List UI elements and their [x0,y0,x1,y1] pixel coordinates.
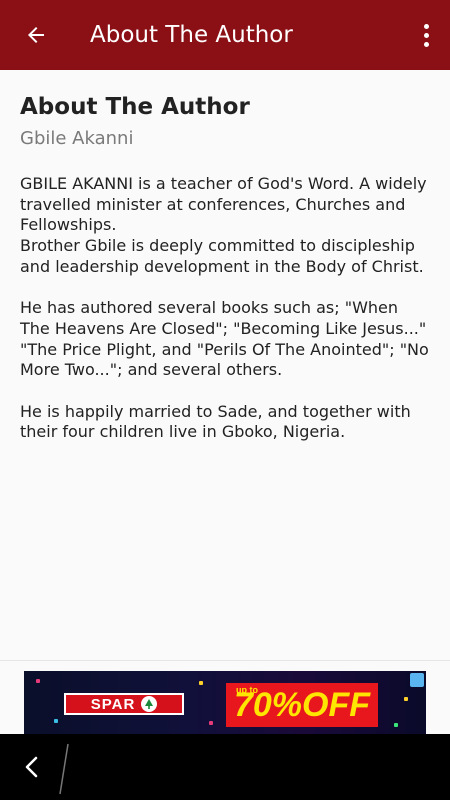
page-heading: About The Author [20,94,250,120]
nav-divider [59,743,69,795]
ad-banner[interactable]: SPAR up to 70%OFF [24,671,426,735]
offer-prefix: up to [236,685,258,695]
spar-tree-icon [141,696,158,712]
bio-paragraph-1: GBILE AKANNI is a teacher of God's Word.… [20,174,427,235]
author-content: About The Author Gbile Akanni GBILE AKAN… [20,92,430,464]
ad-container: SPAR up to 70%OFF [0,660,450,735]
overflow-menu-button[interactable] [414,17,438,53]
chevron-left-icon [25,756,38,778]
spar-brand: SPAR [90,695,136,713]
more-vert-icon [423,23,429,29]
bio-paragraph-4: He is happily married to Sade, and toget… [20,401,411,442]
app-bar-title: About The Author [90,22,293,48]
spar-logo: SPAR [64,693,184,715]
back-button[interactable] [18,17,54,53]
bio-paragraph-2: Brother Gbile is deeply committed to dis… [20,236,424,276]
arrow-left-icon [28,27,44,43]
bio-paragraph-3: He has authored several books such as; "… [20,298,429,380]
author-name: Gbile Akanni [20,128,134,149]
system-nav-bar [0,734,450,800]
offer-badge: up to 70%OFF [226,683,378,727]
nav-back-button[interactable] [20,754,46,780]
app-bar: About The Author [0,0,450,70]
author-bio: GBILE AKANNI is a teacher of God's Word.… [20,174,430,443]
ad-info-icon[interactable] [410,673,424,687]
